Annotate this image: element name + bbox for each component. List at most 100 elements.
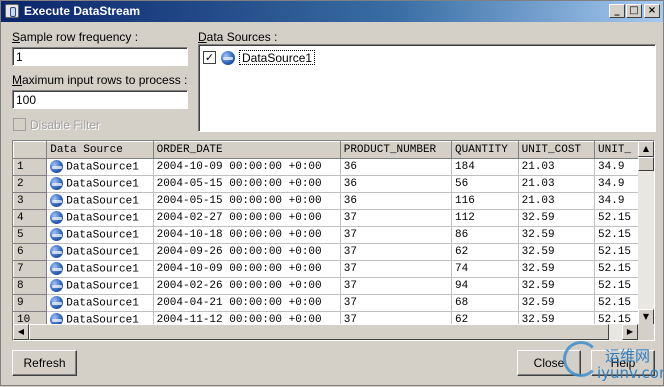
watermark-ring-icon — [563, 341, 599, 377]
table-row[interactable]: 3 DataSource1 2004-05-15 00:00:00 +0:00 36 1… — [13, 192, 654, 210]
cell-product-number[interactable]: 36 — [340, 175, 453, 193]
table-row[interactable]: 4 DataSource1 2004-02-27 00:00:00 +0:00 37 1… — [13, 209, 654, 227]
vertical-scrollbar[interactable]: ▲ ▼ — [638, 141, 654, 325]
cell-source[interactable]: DataSource1 — [46, 294, 154, 312]
cell-order-date[interactable]: 2004-10-09 00:00:00 +0:00 — [153, 260, 341, 278]
table-row[interactable]: 7 DataSource1 2004-10-09 00:00:00 +0:00 37 7… — [13, 260, 654, 278]
cell-quantity[interactable]: 74 — [451, 260, 519, 278]
cell-source-label: DataSource1 — [66, 161, 139, 174]
cell-unit-cost[interactable]: 21.03 — [518, 192, 596, 210]
scroll-right-icon[interactable]: ▶ — [622, 324, 638, 340]
column-header[interactable]: QUANTITY — [451, 141, 519, 159]
max-input-rows-input[interactable]: 100 — [12, 90, 188, 109]
cell-quantity[interactable]: 94 — [451, 277, 519, 295]
column-header[interactable]: PRODUCT_NUMBER — [339, 141, 453, 159]
cell-product-number[interactable]: 37 — [340, 294, 453, 312]
cell-order-date[interactable]: 2004-02-27 00:00:00 +0:00 — [153, 209, 341, 227]
title-bar[interactable]: Execute DataStream _ □ × — [1, 1, 663, 22]
watermark-logo: 运维网 iyunv.com — [561, 339, 664, 387]
cell-quantity[interactable]: 86 — [451, 226, 519, 244]
cell-source[interactable]: DataSource1 — [46, 226, 154, 244]
cell-source[interactable]: DataSource1 — [46, 175, 154, 193]
table-row[interactable]: 2 DataSource1 2004-05-15 00:00:00 +0:00 36 5… — [13, 175, 654, 193]
column-header[interactable]: Data Source — [46, 141, 154, 159]
cell-product-number[interactable]: 36 — [340, 192, 453, 210]
row-number[interactable]: 9 — [13, 294, 48, 312]
window-title: Execute DataStream — [24, 4, 141, 18]
header-row: Data Source ORDER_DATE PRODUCT_NUMBER QU… — [13, 141, 654, 159]
data-sources-list[interactable]: ✓ DataSource1 — [198, 44, 656, 132]
row-number[interactable]: 6 — [13, 243, 48, 261]
cell-quantity[interactable]: 112 — [451, 209, 519, 227]
disable-filter-checkbox[interactable] — [13, 118, 26, 131]
cell-unit-cost[interactable]: 32.59 — [518, 243, 596, 261]
scroll-up-icon[interactable]: ▲ — [638, 141, 654, 157]
table-row[interactable]: 9 DataSource1 2004-04-21 00:00:00 +0:00 37 6… — [13, 294, 654, 312]
table-row[interactable]: 1 DataSource1 2004-10-09 00:00:00 +0:00 36 1… — [13, 158, 654, 176]
cell-order-date[interactable]: 2004-09-26 00:00:00 +0:00 — [153, 243, 341, 261]
cell-source-label: DataSource1 — [66, 297, 139, 310]
database-icon — [50, 228, 64, 242]
row-number[interactable]: 2 — [13, 175, 48, 193]
column-header[interactable]: ORDER_DATE — [152, 141, 341, 159]
cell-order-date[interactable]: 2004-02-26 00:00:00 +0:00 — [153, 277, 341, 295]
cell-order-date[interactable]: 2004-04-21 00:00:00 +0:00 — [153, 294, 341, 312]
table-row[interactable]: 8 DataSource1 2004-02-26 00:00:00 +0:00 37 9… — [13, 277, 654, 295]
horizontal-scrollbar[interactable]: ◀ ▶ — [13, 324, 638, 340]
cell-quantity[interactable]: 56 — [451, 175, 519, 193]
data-source-checkbox[interactable]: ✓ — [203, 51, 216, 64]
cell-order-date[interactable]: 2004-10-09 00:00:00 +0:00 — [153, 158, 341, 176]
row-number[interactable]: 3 — [13, 192, 48, 210]
table-row[interactable]: 5 DataSource1 2004-10-18 00:00:00 +0:00 37 8… — [13, 226, 654, 244]
cell-unit-cost[interactable]: 32.59 — [518, 277, 596, 295]
refresh-button[interactable]: Refresh — [12, 350, 77, 376]
sample-row-frequency-input[interactable]: 1 — [12, 47, 188, 66]
table-row[interactable]: 6 DataSource1 2004-09-26 00:00:00 +0:00 37 6… — [13, 243, 654, 261]
cell-order-date[interactable]: 2004-05-15 00:00:00 +0:00 — [153, 175, 341, 193]
results-grid[interactable]: Data Source ORDER_DATE PRODUCT_NUMBER QU… — [12, 140, 655, 341]
cell-product-number[interactable]: 37 — [340, 209, 453, 227]
row-number[interactable]: 1 — [13, 158, 48, 176]
vertical-scroll-thumb[interactable] — [638, 157, 654, 171]
database-icon — [50, 194, 64, 208]
max-input-rows-label: Maximum input rows to process : — [12, 73, 188, 87]
disable-filter-label: Disable Filter — [30, 118, 101, 132]
cell-product-number[interactable]: 37 — [340, 260, 453, 278]
cell-source[interactable]: DataSource1 — [46, 277, 154, 295]
cell-source[interactable]: DataSource1 — [46, 192, 154, 210]
cell-unit-cost[interactable]: 21.03 — [518, 175, 596, 193]
cell-order-date[interactable]: 2004-05-15 00:00:00 +0:00 — [153, 192, 341, 210]
cell-unit-cost[interactable]: 21.03 — [518, 158, 596, 176]
cell-quantity[interactable]: 116 — [451, 192, 519, 210]
minimize-button[interactable]: _ — [609, 4, 625, 18]
cell-order-date[interactable]: 2004-10-18 00:00:00 +0:00 — [153, 226, 341, 244]
cell-unit-cost[interactable]: 32.59 — [518, 260, 596, 278]
database-icon — [50, 160, 64, 174]
cell-product-number[interactable]: 37 — [340, 226, 453, 244]
row-number[interactable]: 8 — [13, 277, 48, 295]
cell-source[interactable]: DataSource1 — [46, 260, 154, 278]
cell-unit-cost[interactable]: 32.59 — [518, 226, 596, 244]
cell-source[interactable]: DataSource1 — [46, 243, 154, 261]
row-number[interactable]: 4 — [13, 209, 48, 227]
scroll-corner — [638, 324, 654, 340]
column-header[interactable]: UNIT_COST — [517, 141, 596, 159]
close-window-button[interactable]: × — [644, 4, 660, 18]
row-number[interactable]: 5 — [13, 226, 48, 244]
horizontal-scroll-thumb[interactable] — [29, 324, 609, 340]
cell-quantity[interactable]: 62 — [451, 243, 519, 261]
scroll-left-icon[interactable]: ◀ — [13, 324, 29, 340]
cell-source[interactable]: DataSource1 — [46, 209, 154, 227]
maximize-button[interactable]: □ — [626, 4, 642, 18]
cell-quantity[interactable]: 68 — [451, 294, 519, 312]
scroll-down-icon[interactable]: ▼ — [638, 309, 654, 325]
cell-product-number[interactable]: 36 — [340, 158, 453, 176]
cell-quantity[interactable]: 184 — [451, 158, 519, 176]
cell-unit-cost[interactable]: 32.59 — [518, 294, 596, 312]
watermark-cn: 运维网 — [605, 347, 651, 365]
row-number[interactable]: 7 — [13, 260, 48, 278]
cell-product-number[interactable]: 37 — [340, 277, 453, 295]
cell-source[interactable]: DataSource1 — [46, 158, 154, 176]
cell-product-number[interactable]: 37 — [340, 243, 453, 261]
cell-unit-cost[interactable]: 32.59 — [518, 209, 596, 227]
